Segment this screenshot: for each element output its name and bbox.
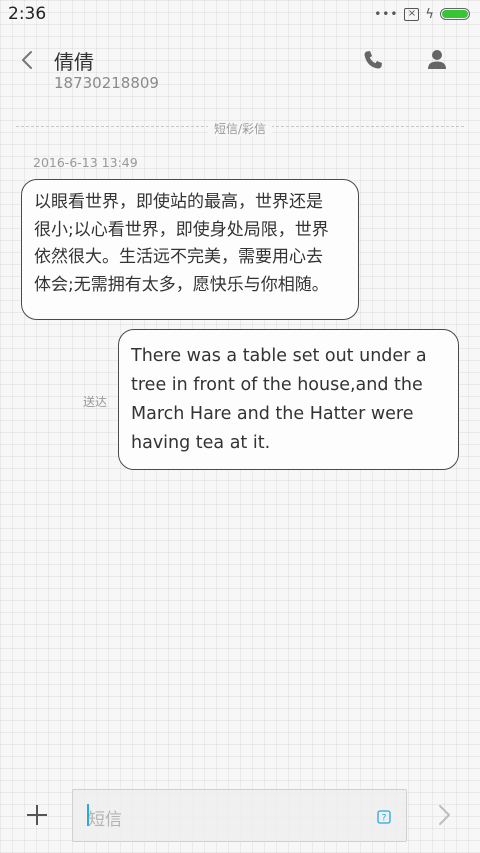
template-icon[interactable]: ? (377, 810, 391, 824)
status-time: 2:36 (8, 4, 47, 24)
message-input[interactable]: 短信 ? (72, 789, 407, 842)
battery-fill (442, 10, 468, 18)
send-arrow-icon (439, 805, 450, 825)
message-input-placeholder: 短信 (88, 810, 122, 830)
message-line: March Hare and the Hatter were (131, 404, 414, 424)
sms-type-label: 短信/彩信 (207, 122, 273, 136)
back-button[interactable] (14, 46, 42, 74)
charging-bolt-icon: ϟ (425, 6, 434, 22)
svg-text:?: ? (382, 814, 387, 824)
send-button[interactable] (432, 802, 456, 828)
contact-person-icon (428, 50, 446, 69)
conversation-header: 倩倩 18730218809 (0, 38, 480, 98)
contact-number: 18730218809 (54, 74, 159, 92)
message-line: 体会;无需拥有太多，愿快乐与你相随。 (34, 274, 329, 295)
attach-button[interactable] (24, 802, 50, 828)
phone-icon (364, 51, 382, 69)
message-line: There was a table set out under a (131, 346, 427, 366)
outgoing-message-bubble[interactable]: There was a table set out under a tree i… (118, 329, 459, 470)
message-line: tree in front of the house,and the (131, 375, 423, 395)
composer-bar: 短信 ? (0, 788, 480, 844)
contact-name: 倩倩 (54, 50, 94, 74)
delivery-status: 送达 (83, 395, 108, 409)
no-sim-icon: × (404, 7, 420, 21)
back-arrow-icon (22, 51, 32, 69)
sms-type-row: 短信/彩信 (0, 118, 480, 137)
contact-info-button[interactable] (422, 45, 452, 75)
message-line: 很小;以心看世界，即使身处局限，世界 (34, 219, 329, 240)
more-dots-icon: ••• (374, 7, 399, 21)
message-timestamp: 2016-6-13 13:49 (33, 155, 138, 170)
call-button[interactable] (358, 45, 388, 75)
plus-icon (27, 805, 47, 825)
message-line: having tea at it. (131, 433, 271, 453)
status-icons: ••• × ϟ (374, 5, 470, 23)
status-bar: 2:36 ••• × ϟ (0, 0, 480, 28)
battery-icon (440, 8, 470, 20)
message-line: 依然很大。生活远不完美，需要用心去 (34, 247, 323, 267)
message-line: 以眼看世界，即使站的最高，世界还是 (34, 192, 323, 212)
incoming-message-bubble[interactable]: 以眼看世界，即使站的最高，世界还是 很小;以心看世界，即使身处局限，世界 依然很… (21, 179, 359, 320)
